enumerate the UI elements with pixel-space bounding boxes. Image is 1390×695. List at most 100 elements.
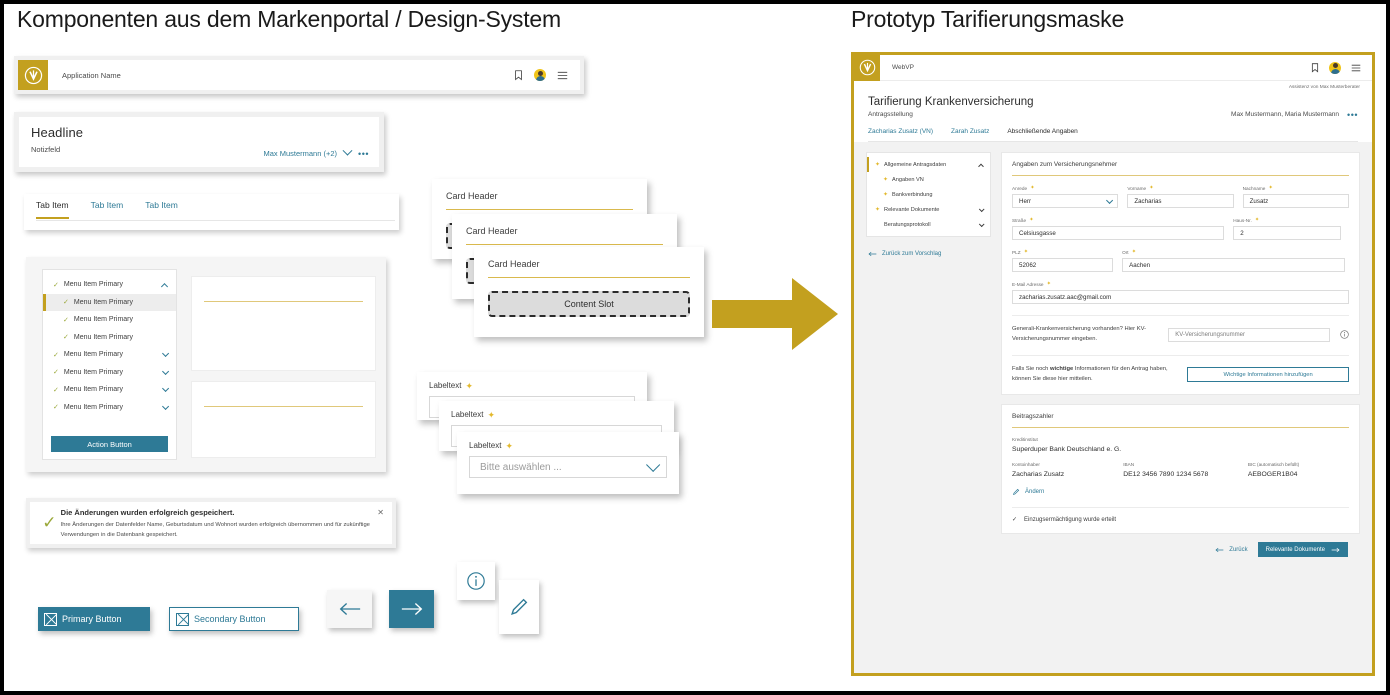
content-slot[interactable]: Content Slot bbox=[488, 291, 690, 317]
menu-item-3[interactable]: ✓ Menu Item Primary bbox=[43, 329, 176, 347]
nachname-input[interactable]: Zusatz bbox=[1242, 194, 1349, 208]
page-title: Tarifierung Krankenversicherung bbox=[868, 96, 1034, 108]
required-star-icon: ✦ bbox=[465, 380, 474, 391]
iban-value: DE12 3456 7890 1234 5678 bbox=[1123, 471, 1209, 479]
check-icon: ✓ bbox=[53, 386, 59, 394]
chevron-down-icon[interactable] bbox=[978, 220, 985, 227]
tab-item-1[interactable]: Tab Item bbox=[91, 200, 124, 219]
field-label: Haus-Nr. bbox=[1233, 217, 1252, 223]
sidebar-item-allgemeine-antragsdaten[interactable]: ✦ Allgemeine Antragsdaten bbox=[867, 157, 990, 172]
label-field-front: Labeltext ✦ Bitte auswählen ... bbox=[457, 432, 679, 494]
sidebar-item-bankverbindung[interactable]: ✦ Bankverbindung bbox=[867, 187, 990, 202]
menu-item-label: Menu Item Primary bbox=[73, 333, 133, 341]
menu-item-4[interactable]: ✓ Menu Item Primary bbox=[43, 346, 176, 364]
more-actions-button[interactable]: ••• bbox=[358, 149, 369, 158]
select-placeholder: Bitte auswählen ... bbox=[480, 461, 562, 473]
next-icon-button[interactable] bbox=[389, 590, 434, 628]
info-icon-button[interactable] bbox=[457, 562, 495, 600]
info-icon bbox=[467, 572, 485, 590]
kreditinstitut-label: Kreditinstitut bbox=[1012, 437, 1038, 443]
menu-item-label: Menu Item Primary bbox=[63, 403, 123, 411]
tab-zarah-zusatz[interactable]: Zarah Zusatz bbox=[951, 128, 989, 142]
check-icon: ✓ bbox=[63, 299, 69, 307]
card-divider bbox=[466, 244, 663, 245]
tab-zacharias-zusatz-vn[interactable]: Zacharias Zusatz (VN) bbox=[868, 128, 933, 142]
vorname-input[interactable]: Zacharias bbox=[1127, 194, 1234, 208]
strasse-value: Celsiusgasse bbox=[1019, 229, 1056, 237]
left-panel-title: Komponenten aus dem Markenportal / Desig… bbox=[17, 6, 561, 32]
chevron-up-icon[interactable] bbox=[160, 283, 169, 291]
bookmark-icon[interactable] bbox=[1311, 62, 1319, 73]
ort-value: Aachen bbox=[1129, 261, 1151, 269]
menu-list: ✓ Menu Item Primary ✓ Menu Item Primary ✓ M… bbox=[42, 269, 177, 460]
add-important-info-button[interactable]: Wichtige Informationen hinzufügen bbox=[1187, 367, 1349, 383]
edit-icon-button[interactable] bbox=[499, 580, 539, 634]
email-input[interactable]: zacharias.zusatz.aac@gmail.com bbox=[1012, 290, 1349, 304]
chevron-down-icon[interactable] bbox=[1106, 196, 1114, 204]
tab-abschliessende-angaben[interactable]: Abschließende Angaben bbox=[1007, 128, 1078, 142]
card-divider bbox=[1012, 175, 1349, 176]
action-button[interactable]: Action Button bbox=[51, 436, 168, 452]
aendern-link[interactable]: Ändern bbox=[1012, 488, 1349, 496]
menu-item-7[interactable]: ✓ Menu Item Primary bbox=[43, 399, 176, 417]
secondary-button-label: Secondary Button bbox=[194, 614, 266, 624]
required-star-icon: ✦ bbox=[1030, 185, 1035, 191]
field-label: Labeltext bbox=[451, 410, 484, 419]
brand-logo-icon bbox=[18, 60, 48, 90]
sidebar-item-angaben-vn[interactable]: ✦ Angaben VN bbox=[867, 172, 990, 187]
avatar[interactable] bbox=[1329, 61, 1341, 74]
chevron-down-icon[interactable] bbox=[162, 350, 170, 358]
chevron-up-icon[interactable] bbox=[978, 163, 984, 169]
content-card-top bbox=[191, 276, 376, 371]
required-star-icon: ✦ bbox=[1254, 217, 1260, 223]
secondary-button[interactable]: Secondary Button bbox=[169, 607, 299, 631]
chevron-down-icon[interactable] bbox=[162, 367, 170, 375]
chevron-down-icon[interactable] bbox=[646, 457, 661, 472]
field-label: Vorname bbox=[1127, 185, 1147, 191]
chevron-down-icon[interactable] bbox=[978, 205, 985, 212]
field-strasse: Straße ✦ Celsiusgasse bbox=[1012, 217, 1225, 240]
kv-number-input[interactable]: KV-Versicherungsnummer bbox=[1168, 327, 1330, 342]
hausnummer-input[interactable]: 2 bbox=[1233, 226, 1342, 240]
back-icon-button[interactable] bbox=[327, 590, 372, 628]
required-star-icon: ✦ bbox=[505, 440, 514, 451]
chevron-down-icon[interactable] bbox=[162, 385, 170, 393]
footer-next-button[interactable]: Relevante Dokumente bbox=[1257, 542, 1348, 558]
sidebar-item-beratungsprotokoll[interactable]: Beratungsprotokoll bbox=[867, 217, 990, 232]
select-input[interactable]: Bitte auswählen ... bbox=[469, 456, 667, 478]
menu-item-label: Menu Item Primary bbox=[73, 298, 133, 306]
info-icon[interactable] bbox=[1340, 326, 1349, 344]
assignee-label[interactable]: Max Mustermann (+2) bbox=[263, 149, 337, 158]
field-label: PLZ bbox=[1012, 249, 1021, 255]
plz-input[interactable]: 52062 bbox=[1012, 258, 1114, 272]
footer-back-button[interactable]: Zurück bbox=[1215, 547, 1248, 553]
hamburger-icon[interactable] bbox=[557, 71, 568, 80]
strasse-input[interactable]: Celsiusgasse bbox=[1012, 226, 1225, 240]
chevron-down-icon[interactable] bbox=[162, 402, 170, 410]
tab-item-2[interactable]: Tab Item bbox=[145, 200, 178, 219]
prototype-main: Angaben zum Versicherungsnehmer Anrede ✦ … bbox=[1001, 152, 1360, 558]
tab-item-0[interactable]: Tab Item bbox=[36, 200, 69, 219]
primary-button[interactable]: Primary Button bbox=[38, 607, 150, 631]
back-to-proposal-link[interactable]: Zurück zum Vorschlag bbox=[866, 251, 991, 257]
important-info-label: Falls Sie noch wichtige Informationen fü… bbox=[1012, 365, 1177, 384]
menu-item-6[interactable]: ✓ Menu Item Primary bbox=[43, 381, 176, 399]
ort-input[interactable]: Aachen bbox=[1122, 258, 1345, 272]
avatar[interactable] bbox=[534, 69, 546, 81]
sidebar-item-label: Beratungsprotokoll bbox=[884, 221, 931, 228]
required-star-icon: ✦ bbox=[487, 409, 496, 420]
sidebar-item-relevante-dokumente[interactable]: ✦ Relevante Dokumente bbox=[867, 202, 990, 217]
menu-item-5[interactable]: ✓ Menu Item Primary bbox=[43, 364, 176, 382]
menu-item-2[interactable]: ✓ Menu Item Primary bbox=[43, 311, 176, 329]
menu-item-0[interactable]: ✓ Menu Item Primary bbox=[43, 276, 176, 294]
close-icon[interactable]: ✕ bbox=[377, 508, 384, 517]
anrede-select[interactable]: Herr bbox=[1012, 194, 1119, 208]
app-name-label: WebVP bbox=[892, 64, 914, 71]
hamburger-icon[interactable] bbox=[1351, 64, 1361, 72]
assistant-line: Assistenz von Max Musterberater bbox=[854, 81, 1372, 90]
more-actions-button[interactable]: ••• bbox=[1347, 110, 1358, 119]
menu-item-1[interactable]: ✓ Menu Item Primary bbox=[43, 293, 176, 311]
check-icon: ✓ bbox=[53, 404, 59, 412]
bookmark-icon[interactable] bbox=[514, 69, 523, 81]
right-panel-title: Prototyp Tarifierungsmaske bbox=[851, 6, 1125, 32]
